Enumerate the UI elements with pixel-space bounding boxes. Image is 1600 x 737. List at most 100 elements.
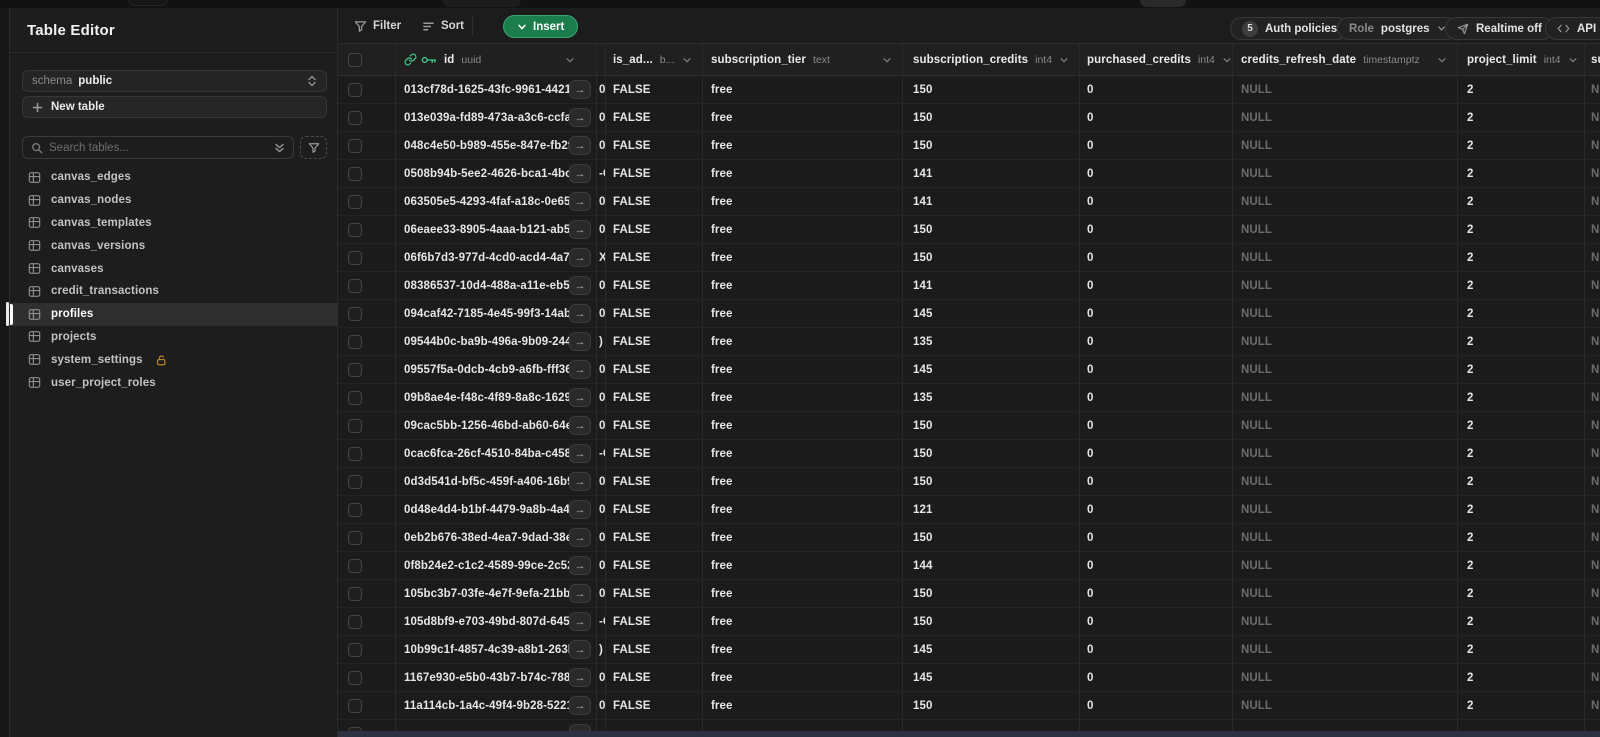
table-row[interactable]: 09544b0c-ba9b-496a-9b09-244... → ) FALSE… (338, 328, 1600, 356)
column-menu-icon[interactable] (1222, 55, 1232, 65)
clipped-last-cell[interactable]: NULL (1585, 76, 1600, 103)
clipped-last-cell[interactable]: NULL (1585, 608, 1600, 635)
credits-refresh-date-cell[interactable]: NULL (1233, 104, 1458, 131)
id-cell[interactable]: 10b99c1f-4857-4c39-a8b1-263b8... → (396, 636, 597, 663)
column-menu-icon[interactable] (565, 55, 575, 65)
id-cell[interactable]: 09544b0c-ba9b-496a-9b09-244... → (396, 328, 597, 355)
clipped-last-cell[interactable]: NULL (1585, 412, 1600, 439)
row-checkbox[interactable] (348, 250, 362, 265)
table-row[interactable]: 10b99c1f-4857-4c39-a8b1-263b8... → ) FAL… (338, 636, 1600, 664)
double-chevron-icon[interactable] (274, 142, 285, 154)
id-cell[interactable]: 06eaee33-8905-4aaa-b121-ab552... → (396, 216, 597, 243)
row-checkbox[interactable] (348, 558, 362, 573)
expand-row-button[interactable]: → (569, 472, 591, 491)
subscription-credits-cell[interactable]: 150 (903, 692, 1080, 719)
row-checkbox[interactable] (348, 390, 362, 405)
subscription-credits-cell[interactable]: 150 (903, 468, 1080, 495)
expand-row-button[interactable]: → (569, 304, 591, 323)
subscription-credits-cell[interactable]: 150 (903, 216, 1080, 243)
table-row[interactable]: 013e039a-fd89-473a-a3c6-ccfa9... → 0C FA… (338, 104, 1600, 132)
is-admin-cell[interactable]: FALSE (606, 272, 703, 299)
purchased-credits-cell[interactable]: 0 (1080, 692, 1233, 719)
project-limit-cell[interactable]: 2 (1458, 328, 1585, 355)
row-checkbox[interactable] (348, 474, 362, 489)
project-limit-cell[interactable]: 2 (1458, 636, 1585, 663)
table-row[interactable]: 048c4e50-b989-455e-847e-fb2f... → 0C FAL… (338, 132, 1600, 160)
header-credits-refresh-date[interactable]: credits_refresh_date timestamptz (1233, 44, 1458, 75)
id-cell[interactable]: 105d8bf9-e703-49bd-807d-645e... → (396, 608, 597, 635)
credits-refresh-date-cell[interactable]: NULL (1233, 132, 1458, 159)
row-checkbox[interactable] (348, 166, 362, 181)
project-limit-cell[interactable]: 2 (1458, 160, 1585, 187)
id-cell[interactable]: 0cac6fca-26cf-4510-84ba-c4580... → (396, 440, 597, 467)
row-checkbox[interactable] (348, 306, 362, 321)
subscription-credits-cell[interactable]: 150 (903, 608, 1080, 635)
credits-refresh-date-cell[interactable]: NULL (1233, 664, 1458, 691)
subscription-tier-cell[interactable]: free (703, 412, 903, 439)
project-limit-cell[interactable]: 2 (1458, 468, 1585, 495)
subscription-tier-cell[interactable]: free (703, 468, 903, 495)
table-row[interactable]: 063505e5-4293-4faf-a18c-0e65b... → 0C FA… (338, 188, 1600, 216)
row-checkbox[interactable] (348, 670, 362, 685)
project-limit-cell[interactable]: 2 (1458, 356, 1585, 383)
table-row[interactable]: 09cac5bb-1256-46bd-ab60-64ed... → 0C FAL… (338, 412, 1600, 440)
row-checkbox[interactable] (348, 418, 362, 433)
clipped-cell[interactable]: ) (597, 328, 606, 355)
clipped-last-cell[interactable]: NULL (1585, 636, 1600, 663)
expand-row-button[interactable]: → (569, 388, 591, 407)
subscription-tier-cell[interactable]: free (703, 356, 903, 383)
table-row[interactable]: 0d3d541d-bf5c-459f-a406-16b93... → 0C FA… (338, 468, 1600, 496)
purchased-credits-cell[interactable]: 0 (1080, 384, 1233, 411)
subscription-tier-cell[interactable]: free (703, 664, 903, 691)
clipped-cell[interactable]: 0C (597, 188, 606, 215)
clipped-cell[interactable]: 0C (597, 384, 606, 411)
subscription-tier-cell[interactable]: free (703, 524, 903, 551)
id-cell[interactable]: 0d3d541d-bf5c-459f-a406-16b93... → (396, 468, 597, 495)
clipped-cell[interactable]: 0C (597, 412, 606, 439)
purchased-credits-cell[interactable]: 0 (1080, 300, 1233, 327)
is-admin-cell[interactable]: FALSE (606, 300, 703, 327)
subscription-tier-cell[interactable]: free (703, 552, 903, 579)
table-filter-button[interactable] (300, 136, 327, 159)
sidebar-table-item[interactable]: canvas_edges (10, 166, 338, 189)
subscription-credits-cell[interactable]: 121 (903, 496, 1080, 523)
is-admin-cell[interactable]: FALSE (606, 440, 703, 467)
rail-scroll-thumb[interactable] (6, 302, 9, 326)
subscription-tier-cell[interactable]: free (703, 160, 903, 187)
id-cell[interactable]: 013cf78d-1625-43fc-9961-442189... → (396, 76, 597, 103)
project-limit-cell[interactable]: 2 (1458, 216, 1585, 243)
sidebar-table-item[interactable]: user_project_roles (10, 371, 338, 394)
row-checkbox[interactable] (348, 530, 362, 545)
table-row[interactable]: 094caf42-7185-4e45-99f3-14abee... → 0C F… (338, 300, 1600, 328)
is-admin-cell[interactable]: FALSE (606, 524, 703, 551)
credits-refresh-date-cell[interactable]: NULL (1233, 496, 1458, 523)
subscription-credits-cell[interactable]: 150 (903, 132, 1080, 159)
is-admin-cell[interactable]: FALSE (606, 384, 703, 411)
credits-refresh-date-cell[interactable]: NULL (1233, 160, 1458, 187)
subscription-tier-cell[interactable]: free (703, 244, 903, 271)
credits-refresh-date-cell[interactable]: NULL (1233, 76, 1458, 103)
sidebar-table-item[interactable]: canvas_templates (10, 212, 338, 235)
clipped-cell[interactable]: 0C (597, 552, 606, 579)
project-limit-cell[interactable]: 2 (1458, 188, 1585, 215)
sidebar-table-item[interactable]: credit_transactions (10, 280, 338, 303)
table-row[interactable]: 0f8b24e2-c1c2-4589-99ce-2c52d... → 0C FA… (338, 552, 1600, 580)
id-cell[interactable]: 08386537-10d4-488a-a11e-eb5a6... → (396, 272, 597, 299)
schema-select[interactable]: schema public (22, 70, 327, 92)
id-cell[interactable]: 09b8ae4e-f48c-4f89-8a8c-1629b... → (396, 384, 597, 411)
credits-refresh-date-cell[interactable]: NULL (1233, 636, 1458, 663)
project-limit-cell[interactable]: 2 (1458, 580, 1585, 607)
subscription-tier-cell[interactable]: free (703, 608, 903, 635)
expand-row-button[interactable]: → (569, 108, 591, 127)
credits-refresh-date-cell[interactable]: NULL (1233, 356, 1458, 383)
subscription-tier-cell[interactable]: free (703, 692, 903, 719)
subscription-tier-cell[interactable]: free (703, 384, 903, 411)
expand-row-button[interactable]: → (569, 192, 591, 211)
clipped-cell[interactable]: X (597, 244, 606, 271)
expand-row-button[interactable]: → (569, 500, 591, 519)
id-cell[interactable]: 09557f5a-0dcb-4cb9-a6fb-fff366... → (396, 356, 597, 383)
subscription-tier-cell[interactable]: free (703, 328, 903, 355)
is-admin-cell[interactable]: FALSE (606, 636, 703, 663)
purchased-credits-cell[interactable]: 0 (1080, 160, 1233, 187)
clipped-last-cell[interactable]: NULL (1585, 216, 1600, 243)
